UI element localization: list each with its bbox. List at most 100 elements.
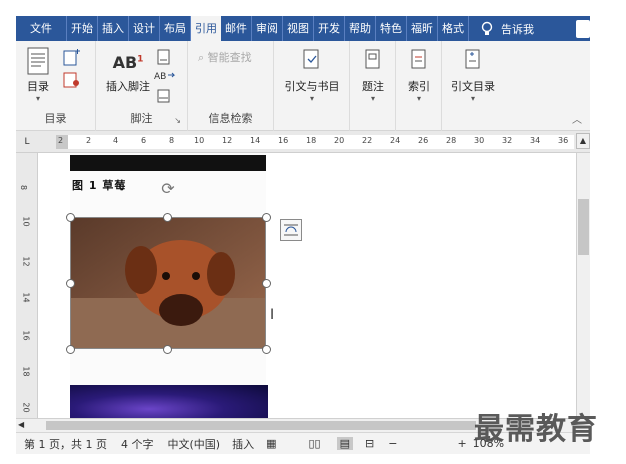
caption-icon — [365, 49, 380, 69]
horizontal-ruler[interactable]: L 2 2 4 6 8 10 12 14 16 18 20 22 24 26 2… — [16, 131, 590, 153]
vruler-tick: 18 — [21, 366, 31, 377]
citations-label: 引文与书目 — [284, 80, 340, 93]
authorities-icon — [465, 49, 480, 69]
group-toc-label: 目录 — [44, 112, 67, 125]
ruler-tick: 6 — [141, 136, 147, 145]
tab-mailings[interactable]: 邮件 — [221, 16, 252, 41]
authorities-label: 引文目录 — [451, 80, 495, 93]
resize-handle[interactable] — [262, 345, 271, 354]
tab-layout[interactable]: 布局 — [160, 16, 191, 41]
tab-foxit[interactable]: 福昕 — [407, 16, 438, 41]
captions-label: 题注 — [362, 80, 384, 93]
tab-help[interactable]: 帮助 — [345, 16, 376, 41]
ruler-tick: 14 — [250, 136, 261, 145]
print-layout-icon[interactable]: ▤ — [336, 437, 353, 450]
tab-design[interactable]: 设计 — [129, 16, 160, 41]
footnote-ab-icon: AB1 — [112, 53, 144, 72]
resize-handle[interactable] — [163, 345, 172, 354]
group-research-label: 信息检索 — [208, 112, 253, 125]
vruler-tick: 16 — [21, 330, 31, 341]
resize-handle[interactable] — [262, 213, 271, 222]
insert-mode[interactable]: 插入 — [232, 436, 254, 452]
zoom-in-icon[interactable]: + — [457, 437, 466, 450]
group-authorities: 引文目录 ▾ — [442, 41, 504, 131]
vertical-scroll-thumb[interactable] — [578, 199, 589, 255]
resize-handle[interactable] — [66, 279, 75, 288]
table-of-authorities-button[interactable]: 引文目录 ▾ — [446, 49, 500, 103]
update-table-icon[interactable] — [62, 71, 82, 89]
tab-references[interactable]: 引用 — [191, 16, 221, 41]
resize-handle[interactable] — [66, 213, 75, 222]
index-label: 索引 — [408, 80, 430, 93]
tab-file[interactable]: 文件 — [16, 16, 67, 41]
scroll-left-arrow[interactable]: ◀ — [18, 420, 24, 429]
ruler-tick: 30 — [474, 136, 485, 145]
layout-options-button[interactable] — [280, 219, 302, 241]
zoom-out-icon[interactable]: − — [388, 437, 397, 450]
web-layout-icon[interactable]: ⊟ — [365, 437, 374, 450]
insert-footnote-button[interactable]: AB1 插入脚注 — [104, 53, 152, 94]
ruler-tick: 32 — [502, 136, 513, 145]
tab-developer[interactable]: 开发 — [314, 16, 345, 41]
group-captions: 题注 ▾ — [350, 41, 396, 131]
chevron-down-icon: ▾ — [309, 94, 314, 103]
tab-selector[interactable]: L — [20, 135, 34, 149]
ruler-tick: 20 — [334, 136, 345, 145]
more-tabs-button[interactable] — [576, 20, 590, 38]
read-mode-icon[interactable]: ▯▯ — [308, 437, 320, 450]
tab-home[interactable]: 开始 — [67, 16, 98, 41]
vruler-tick: 14 — [21, 292, 31, 303]
layout-options-icon — [284, 224, 298, 236]
next-image[interactable] — [70, 385, 268, 418]
figure-caption[interactable]: 图 1 草莓 — [72, 177, 126, 193]
tell-me-label: 告诉我 — [501, 22, 534, 36]
selected-image[interactable] — [70, 217, 266, 349]
toc-button[interactable]: 目录 ▾ — [24, 47, 52, 103]
ruler-tick: 22 — [362, 136, 373, 145]
ruler-tick: 24 — [390, 136, 401, 145]
ruler-tick: 36 — [558, 136, 569, 145]
smart-lookup-label: 智能查找 — [207, 51, 252, 64]
add-text-icon[interactable] — [62, 49, 82, 67]
show-notes-icon[interactable] — [156, 89, 172, 103]
toc-icon — [27, 47, 49, 75]
toc-label: 目录 — [27, 80, 49, 93]
tab-view[interactable]: 视图 — [283, 16, 314, 41]
scroll-up-arrow[interactable]: ▲ — [576, 133, 590, 149]
vruler-tick: 10 — [21, 216, 31, 227]
insert-endnote-icon[interactable] — [156, 49, 172, 65]
collapse-ribbon-icon[interactable]: ︿ — [572, 111, 582, 126]
ruler-tick: 16 — [278, 136, 289, 145]
tab-format[interactable]: 格式 — [438, 16, 469, 41]
vertical-ruler[interactable]: 8 10 12 14 16 18 20 — [16, 153, 38, 418]
ruler-tick: 12 — [222, 136, 233, 145]
resize-handle[interactable] — [262, 279, 271, 288]
macro-icon[interactable]: ▦ — [266, 437, 276, 450]
ruler-tick: 2 — [86, 136, 92, 145]
smart-lookup-button[interactable]: ⌕ 智能查找 — [198, 49, 252, 65]
tab-review[interactable]: 审阅 — [252, 16, 283, 41]
ruler-tick: 2 — [58, 136, 64, 145]
horizontal-scroll-thumb[interactable] — [46, 421, 476, 430]
document-canvas[interactable]: 图 1 草莓 ⟳ I — [38, 153, 576, 418]
rotate-handle-icon[interactable]: ⟳ — [159, 180, 177, 198]
resize-handle[interactable] — [163, 213, 172, 222]
page-count[interactable]: 第 1 页，共 1 页 — [24, 436, 107, 452]
language-indicator[interactable]: 中文(中国) — [167, 436, 220, 452]
word-count[interactable]: 4 个字 — [121, 436, 154, 452]
tab-featured[interactable]: 特色 — [376, 16, 407, 41]
next-footnote-icon[interactable]: AB — [154, 69, 178, 83]
group-footnotes: AB1 插入脚注 AB 脚注 ↘ — [96, 41, 188, 131]
ribbon-tab-bar: 文件 开始 插入 设计 布局 引用 邮件 审阅 视图 开发 帮助 特色 福昕 格… — [16, 16, 590, 41]
watermark-logo: 最需教育 — [474, 412, 598, 447]
index-button[interactable]: 索引 ▾ — [402, 49, 436, 103]
captions-button[interactable]: 题注 ▾ — [356, 49, 390, 103]
ruler-tick: 18 — [306, 136, 317, 145]
index-icon — [411, 49, 426, 69]
citations-button[interactable]: 引文与书目 ▾ — [280, 49, 344, 103]
dialog-launcher-icon[interactable]: ↘ — [174, 116, 181, 125]
vertical-scrollbar[interactable] — [576, 153, 590, 418]
tell-me-box[interactable]: 告诉我 — [479, 21, 534, 37]
tab-insert[interactable]: 插入 — [98, 16, 129, 41]
resize-handle[interactable] — [66, 345, 75, 354]
